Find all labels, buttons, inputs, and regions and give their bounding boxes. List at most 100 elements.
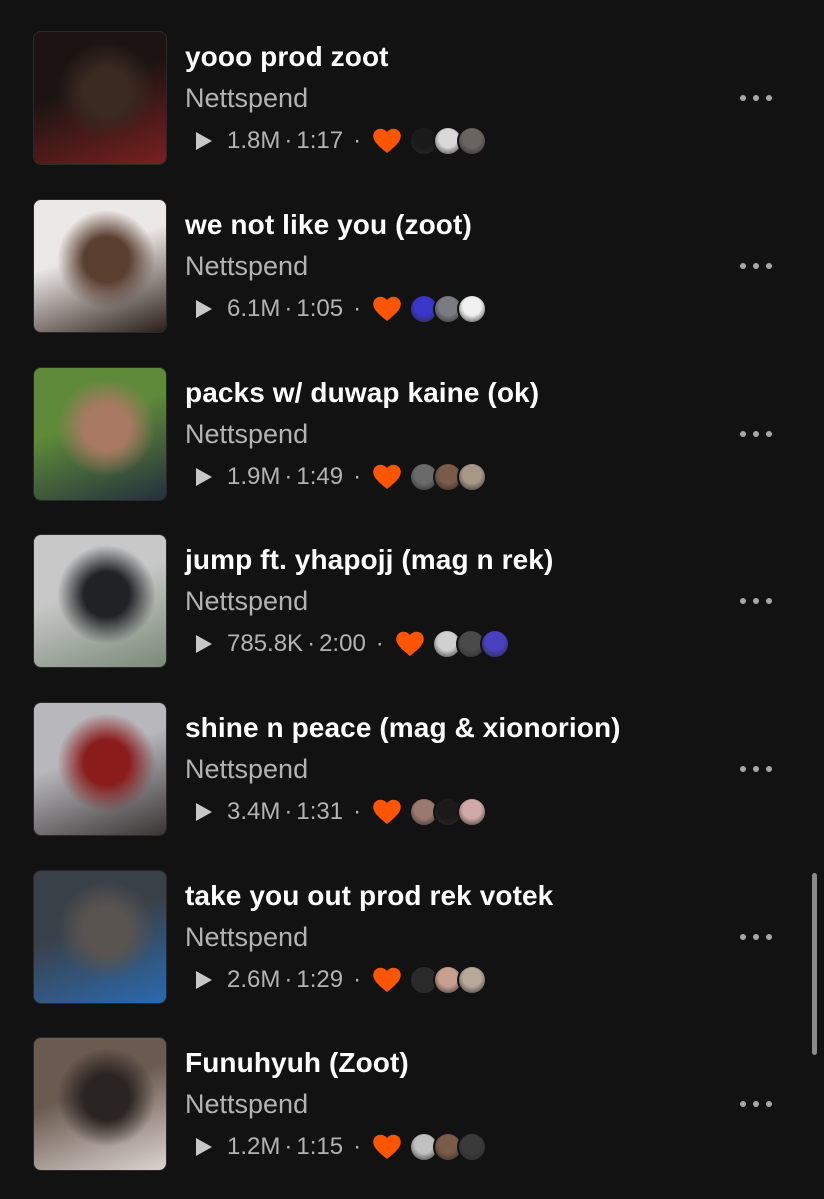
separator-dot: ·: [284, 1133, 293, 1160]
more-options-icon[interactable]: [738, 83, 774, 113]
avatar[interactable]: [457, 797, 488, 827]
more-dot: [766, 766, 772, 772]
track-title[interactable]: shine n peace (mag & xionorion): [185, 712, 621, 744]
avatar[interactable]: [457, 1132, 488, 1162]
track-artist[interactable]: Nettspend: [185, 754, 308, 785]
track-row[interactable]: we not like you (zoot) Nettspend 6.1M · 1:05…: [0, 199, 824, 333]
play-count-icon: [196, 971, 212, 989]
play-count-icon: [196, 803, 212, 821]
liker-avatars[interactable]: [409, 1132, 488, 1162]
separator-dot: ·: [307, 630, 316, 657]
scrollbar[interactable]: [812, 873, 817, 1055]
more-dot: [766, 598, 772, 604]
more-dot: [740, 934, 746, 940]
avatar[interactable]: [457, 126, 488, 156]
separator-dot: ·: [353, 798, 362, 825]
track-artist[interactable]: Nettspend: [185, 251, 308, 282]
play-count-icon: [196, 635, 212, 653]
more-dot: [740, 431, 746, 437]
track-duration: 1:49: [296, 463, 344, 490]
track-artist[interactable]: Nettspend: [185, 419, 308, 450]
avatar[interactable]: [479, 629, 510, 659]
more-dot: [753, 766, 759, 772]
track-stats: 1.8M · 1:17 ·: [192, 123, 488, 159]
separator-dot: ·: [353, 1133, 362, 1160]
liker-avatars[interactable]: [409, 797, 488, 827]
play-count-icon: [196, 300, 212, 318]
heart-icon[interactable]: [373, 799, 401, 825]
play-count-icon: [196, 132, 212, 150]
more-dot: [753, 934, 759, 940]
track-artist[interactable]: Nettspend: [185, 1089, 308, 1120]
more-options-icon[interactable]: [738, 586, 774, 616]
liker-avatars[interactable]: [409, 294, 488, 324]
more-dot: [753, 431, 759, 437]
more-dot: [766, 263, 772, 269]
heart-icon[interactable]: [373, 296, 401, 322]
more-dot: [766, 1101, 772, 1107]
track-duration: 1:29: [296, 966, 344, 993]
heart-icon[interactable]: [373, 967, 401, 993]
heart-icon[interactable]: [396, 631, 424, 657]
liker-avatars[interactable]: [431, 629, 510, 659]
track-artist[interactable]: Nettspend: [185, 83, 308, 114]
more-dot: [740, 766, 746, 772]
track-artwork[interactable]: [33, 1037, 167, 1171]
track-artwork[interactable]: [33, 367, 167, 501]
play-count: 6.1M: [227, 295, 281, 322]
more-options-icon[interactable]: [738, 251, 774, 281]
more-dot: [753, 263, 759, 269]
track-row[interactable]: packs w/ duwap kaine (ok) Nettspend 1.9M · 1…: [0, 367, 824, 501]
liker-avatars[interactable]: [409, 126, 488, 156]
track-row[interactable]: Funuhyuh (Zoot) Nettspend 1.2M · 1:15 ·: [0, 1037, 824, 1171]
play-count: 1.2M: [227, 1133, 281, 1160]
track-row[interactable]: yooo prod zoot Nettspend 1.8M · 1:17 ·: [0, 31, 824, 165]
track-row[interactable]: take you out prod rek votek Nettspend 2.6M…: [0, 870, 824, 1004]
track-artwork[interactable]: [33, 870, 167, 1004]
play-count: 1.9M: [227, 463, 281, 490]
separator-dot: ·: [284, 295, 293, 322]
track-artist[interactable]: Nettspend: [185, 586, 308, 617]
track-artist[interactable]: Nettspend: [185, 922, 308, 953]
play-count-icon: [196, 468, 212, 486]
track-title[interactable]: packs w/ duwap kaine (ok): [185, 377, 539, 409]
separator-dot: ·: [284, 463, 293, 490]
track-list: yooo prod zoot Nettspend 1.8M · 1:17 · we not …: [0, 0, 824, 1199]
track-duration: 1:05: [296, 295, 344, 322]
heart-icon[interactable]: [373, 464, 401, 490]
avatar[interactable]: [457, 965, 488, 995]
track-stats: 1.9M · 1:49 ·: [192, 459, 488, 495]
more-dot: [740, 1101, 746, 1107]
track-artwork[interactable]: [33, 534, 167, 668]
separator-dot: ·: [353, 127, 362, 154]
more-options-icon[interactable]: [738, 922, 774, 952]
track-duration: 2:00: [319, 630, 366, 657]
track-row[interactable]: shine n peace (mag & xionorion) Nettspend…: [0, 702, 824, 836]
track-title[interactable]: we not like you (zoot): [185, 209, 472, 241]
more-options-icon[interactable]: [738, 1089, 774, 1119]
separator-dot: ·: [284, 798, 293, 825]
liker-avatars[interactable]: [409, 462, 488, 492]
track-title[interactable]: Funuhyuh (Zoot): [185, 1047, 409, 1079]
more-dot: [753, 1101, 759, 1107]
more-dot: [753, 95, 759, 101]
avatar[interactable]: [457, 462, 488, 492]
track-row[interactable]: jump ft. yhapojj (mag n rek) Nettspend 785…: [0, 534, 824, 668]
track-artwork[interactable]: [33, 199, 167, 333]
track-artwork[interactable]: [33, 702, 167, 836]
track-title[interactable]: jump ft. yhapojj (mag n rek): [185, 544, 553, 576]
more-dot: [766, 934, 772, 940]
track-title[interactable]: yooo prod zoot: [185, 41, 389, 73]
more-options-icon[interactable]: [738, 419, 774, 449]
liker-avatars[interactable]: [409, 965, 488, 995]
track-title[interactable]: take you out prod rek votek: [185, 880, 553, 912]
more-dot: [766, 95, 772, 101]
track-stats: 1.2M · 1:15 ·: [192, 1129, 488, 1165]
more-options-icon[interactable]: [738, 754, 774, 784]
play-count-icon: [196, 1138, 212, 1156]
play-count: 2.6M: [227, 966, 281, 993]
avatar[interactable]: [457, 294, 488, 324]
heart-icon[interactable]: [373, 1134, 401, 1160]
track-artwork[interactable]: [33, 31, 167, 165]
heart-icon[interactable]: [373, 128, 401, 154]
